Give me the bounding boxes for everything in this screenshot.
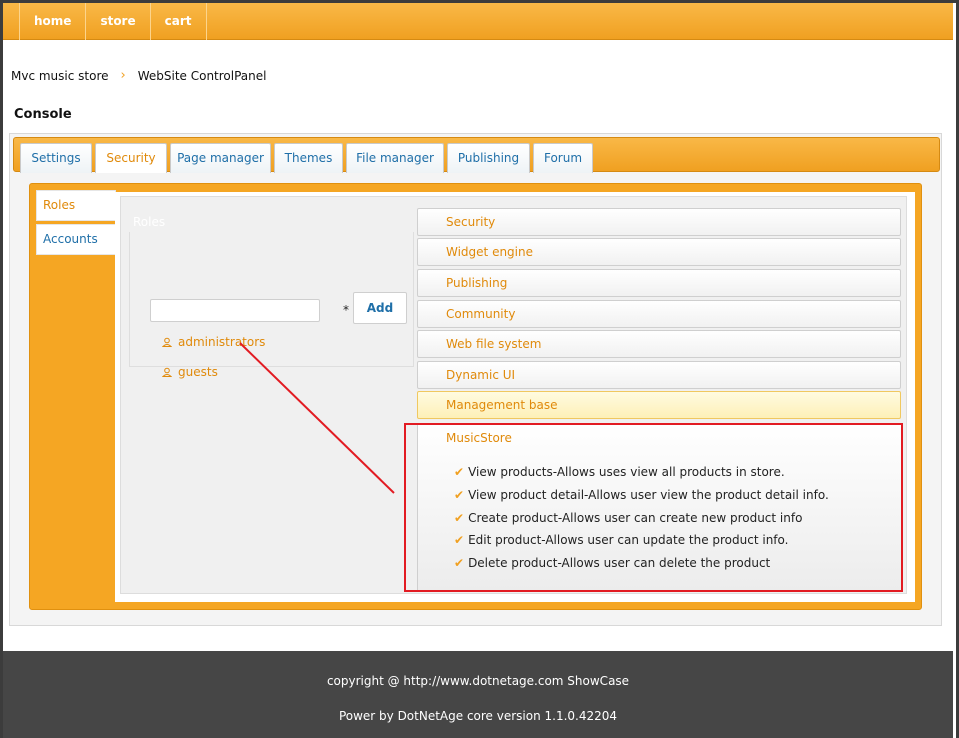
breadcrumb-item-home[interactable]: Mvc music store <box>11 69 109 83</box>
nav-store-link[interactable]: store <box>85 2 149 40</box>
side-tab-accounts[interactable]: Accounts <box>36 224 116 255</box>
accordion-item-security[interactable]: Security <box>417 208 901 236</box>
roles-heading: Roles <box>133 215 166 229</box>
breadcrumb-item-current: WebSite ControlPanel <box>137 68 267 83</box>
accordion-item-management-base[interactable]: Management base <box>417 391 901 419</box>
footer-copyright: copyright @ http://www.dotnetage.com Sho… <box>326 674 630 688</box>
role-item-administrators[interactable]: administrators <box>162 335 265 349</box>
role-item-guests[interactable]: guests <box>162 365 218 379</box>
role-name: administrators <box>178 335 266 349</box>
accordion-item-community[interactable]: Community <box>417 300 901 328</box>
console-tab-bar: Settings Security Page manager Themes Fi… <box>13 137 940 173</box>
roles-list-box: * Add administrators guests <box>129 232 414 379</box>
tab-settings[interactable]: Settings <box>20 143 92 173</box>
nav-cart-link[interactable]: cart <box>149 2 207 40</box>
side-tab-roles[interactable]: Roles <box>36 190 116 221</box>
annotation-highlight-box <box>404 423 903 592</box>
tab-publishing[interactable]: Publishing <box>447 143 530 173</box>
tab-themes[interactable]: Themes <box>274 143 343 173</box>
top-nav: home store cart <box>3 2 953 40</box>
user-icon <box>162 367 172 377</box>
footer: copyright @ http://www.dotnetage.com Sho… <box>3 651 953 738</box>
breadcrumb-separator-icon: › <box>120 68 126 83</box>
breadcrumb: Mvc music store › WebSite ControlPanel <box>11 68 266 83</box>
tab-page-manager[interactable]: Page manager <box>170 143 271 173</box>
accordion-item-dynamic-ui[interactable]: Dynamic UI <box>417 361 901 389</box>
accordion-item-widget-engine[interactable]: Widget engine <box>417 238 901 266</box>
accordion-item-publishing[interactable]: Publishing <box>417 269 901 297</box>
tab-security[interactable]: Security <box>95 143 167 173</box>
role-name-input[interactable] <box>150 299 320 322</box>
page-title: Console <box>14 107 72 122</box>
user-icon <box>162 337 172 347</box>
role-name: guests <box>178 365 218 379</box>
nav-home-link[interactable]: home <box>19 2 85 40</box>
required-marker: * <box>343 303 349 317</box>
footer-power: Power by DotNetAge core version 1.1.0.42… <box>338 709 618 723</box>
tab-file-manager[interactable]: File manager <box>346 143 444 173</box>
accordion-item-web-file-system[interactable]: Web file system <box>417 330 901 358</box>
add-role-button[interactable]: Add <box>353 292 407 324</box>
tab-forum[interactable]: Forum <box>533 143 593 173</box>
